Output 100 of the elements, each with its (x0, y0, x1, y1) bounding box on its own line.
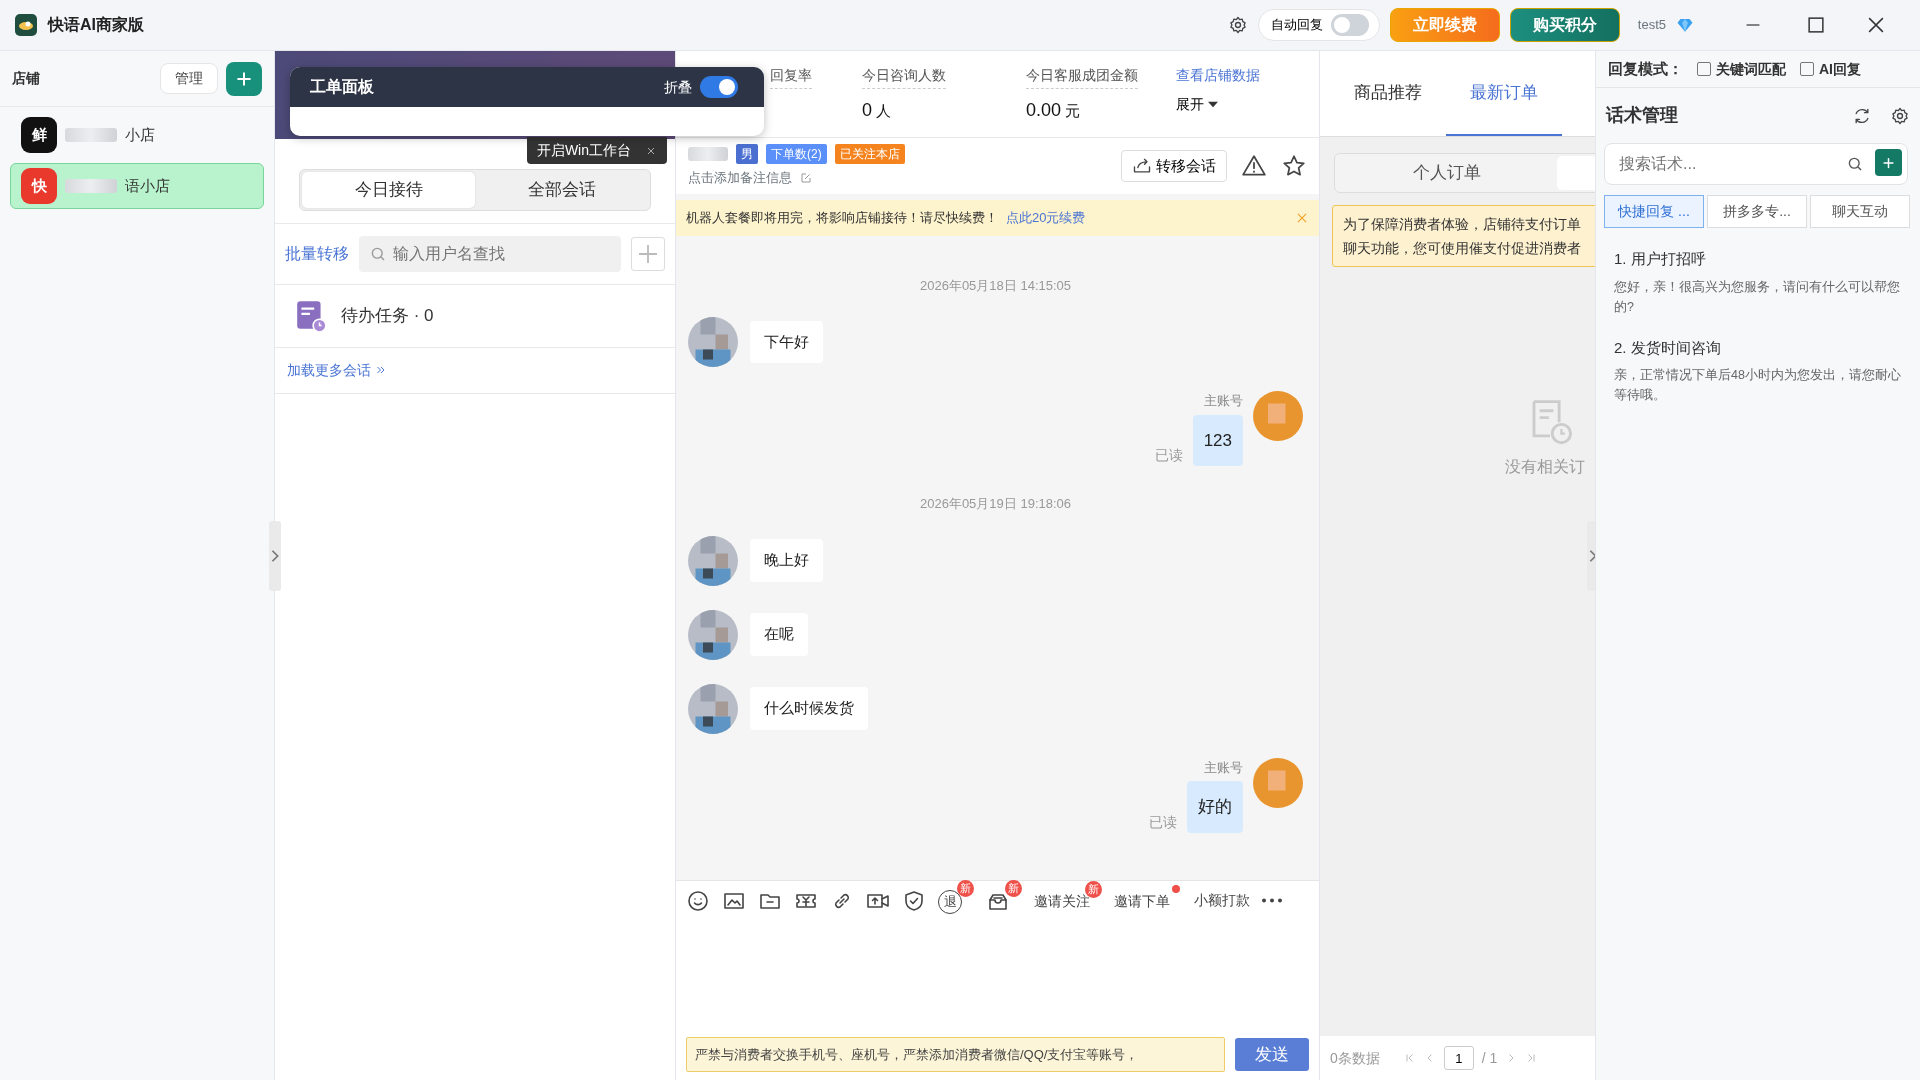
category-tab[interactable]: 聊天互动 (1810, 195, 1910, 228)
warning-text: 为了保障消费者体验，店铺待支付订单 (1343, 214, 1582, 234)
diamond-icon (1676, 16, 1694, 34)
toolbar-button[interactable]: 新 (986, 879, 1022, 914)
new-badge: 新 (1005, 879, 1022, 897)
script-text: 亲，正常情况下单后48小时内为您发出，请您耐心等待哦。 (1614, 367, 1902, 404)
refund-button[interactable]: 退 新 (938, 879, 974, 914)
avatar (1253, 391, 1303, 441)
store-data-link[interactable]: 查看店铺数据 (1176, 65, 1260, 86)
message-bubble: 晚上好 (750, 539, 823, 582)
shop-item[interactable]: 快 语小店 (10, 163, 264, 209)
batch-transfer-link[interactable]: 批量转移 (285, 241, 349, 266)
plus-icon (639, 244, 657, 263)
user-name: test5 (1637, 16, 1666, 35)
pending-tasks: 待办任务 · 0 (341, 304, 434, 327)
message-bubble: 什么时候发货 (750, 687, 868, 730)
search-field[interactable]: 搜索话术... (1604, 143, 1908, 185)
load-more-link[interactable]: 加载更多会话 (287, 359, 387, 381)
record-count: 0条数据 (1330, 1048, 1380, 1068)
notice-text: 机器人套餐即将用完，将影响店铺接待！请尽快续费！ (686, 209, 998, 227)
emoji-icon (686, 888, 710, 913)
points-button[interactable]: 购买积分 (1509, 8, 1620, 42)
read-status: 已读 (1154, 446, 1183, 465)
settings-icon[interactable] (1227, 15, 1248, 35)
session-tab[interactable]: 全部会话 (475, 172, 648, 208)
toolbar-button[interactable] (686, 888, 710, 913)
sender-name: 主账号 (1204, 392, 1243, 410)
toolbar-button[interactable] (902, 888, 926, 913)
expand-button[interactable]: 展开 (1176, 94, 1218, 115)
shop-name: 小店 (125, 124, 155, 145)
shop-item[interactable]: 鲜 小店 (10, 112, 264, 158)
close-icon[interactable] (1868, 17, 1884, 33)
search-field[interactable]: 输入用户名查找 (359, 235, 621, 272)
empty-text: 没有相关订 (1505, 456, 1585, 477)
toolbar-link[interactable]: 小额打款 (1194, 890, 1250, 911)
message-bubble: 在呢 (750, 613, 808, 656)
message-bubble: 好的 (1187, 781, 1243, 833)
edit-icon (800, 172, 812, 184)
session-tab[interactable]: 今日接待 (302, 172, 475, 208)
toggle-switch[interactable] (700, 76, 738, 98)
script-text: 您好，亲！很高兴为您服务，请问有什么可以帮您的? (1614, 278, 1901, 316)
panel-tab[interactable]: 商品推荐 (1330, 51, 1446, 136)
sender-name: 主账号 (1204, 758, 1243, 777)
search-icon[interactable] (1846, 155, 1864, 173)
panel-title: 话术管理 (1606, 104, 1679, 127)
message-bubble: 123 (1192, 414, 1243, 466)
collapse-handle[interactable] (269, 521, 281, 591)
renew-link[interactable]: 点此20元续费 (1006, 208, 1086, 228)
add-button[interactable] (226, 61, 262, 96)
caret-icon (1208, 101, 1218, 108)
stat-label: 今日咨询人数 (862, 65, 946, 89)
app-title: 快语AI商家版 (48, 15, 144, 35)
mode-checkbox[interactable]: AI回复 (1800, 58, 1861, 80)
hint-text: 开启Win工作台 (536, 141, 631, 160)
message-time: 2026年05月18日 14:15:05 (918, 276, 1073, 295)
customer-tag: 男 (736, 144, 758, 165)
shield-icon (902, 888, 926, 913)
section-title: 店铺 (12, 69, 40, 88)
toolbar-link[interactable]: 邀请下单 (1114, 881, 1182, 912)
chevron-icon (1588, 549, 1595, 563)
stat-value: 0 人 (862, 99, 892, 122)
avatar (688, 609, 738, 660)
manage-button[interactable]: 管理 (160, 63, 218, 94)
avatar (688, 535, 738, 586)
maximize-icon[interactable] (1808, 17, 1824, 33)
transfer-button[interactable]: 转移会话 (1121, 149, 1227, 183)
customer-tag: 已关注本店 (834, 144, 905, 165)
shop-avatar: 快 (21, 168, 57, 204)
stat-label: 回复率 (770, 65, 812, 89)
message-bubble: 下午好 (750, 320, 823, 364)
task-icon (295, 298, 327, 333)
more-icon (1262, 898, 1282, 903)
mode-checkbox[interactable]: 关键词匹配 (1697, 58, 1786, 80)
stat-value: 0.00 元 (1026, 99, 1082, 122)
share-icon (1132, 156, 1152, 176)
toggle-switch[interactable] (1330, 14, 1369, 36)
shop-avatar: 鲜 (21, 117, 57, 153)
panel-tab[interactable]: 最新订单 (1446, 51, 1562, 136)
new-badge: 新 (957, 879, 974, 897)
settings-icon[interactable] (1890, 105, 1910, 126)
auto-reply-toggle[interactable]: 自动回复 (1257, 9, 1380, 41)
category-tab[interactable]: 快捷回复 ... (1604, 195, 1704, 228)
category-tab[interactable]: 拼多多专... (1707, 195, 1807, 228)
warning-icon[interactable] (1241, 153, 1267, 179)
note-link[interactable]: 点击添加备注信息 (688, 168, 1121, 188)
avatar (688, 683, 738, 734)
fold-toggle[interactable]: 折叠 (658, 75, 744, 99)
toolbar-link[interactable]: 邀请关注 新 (1034, 881, 1102, 912)
more-button[interactable] (1262, 898, 1282, 903)
stat-label: 今日客服成团金额 (1026, 65, 1138, 89)
avatar (688, 317, 738, 367)
shop-name: 语小店 (125, 175, 170, 196)
mode-label: 回复模式： (1608, 58, 1683, 79)
add-button[interactable] (1875, 149, 1902, 176)
blurred-text (688, 147, 728, 162)
page-total: / 1 (1481, 1048, 1498, 1068)
page-input[interactable]: 1 (1443, 1046, 1474, 1070)
chevron-icon (270, 549, 280, 563)
send-button[interactable]: 发送 (1235, 1037, 1309, 1071)
blurred-text (65, 128, 117, 142)
